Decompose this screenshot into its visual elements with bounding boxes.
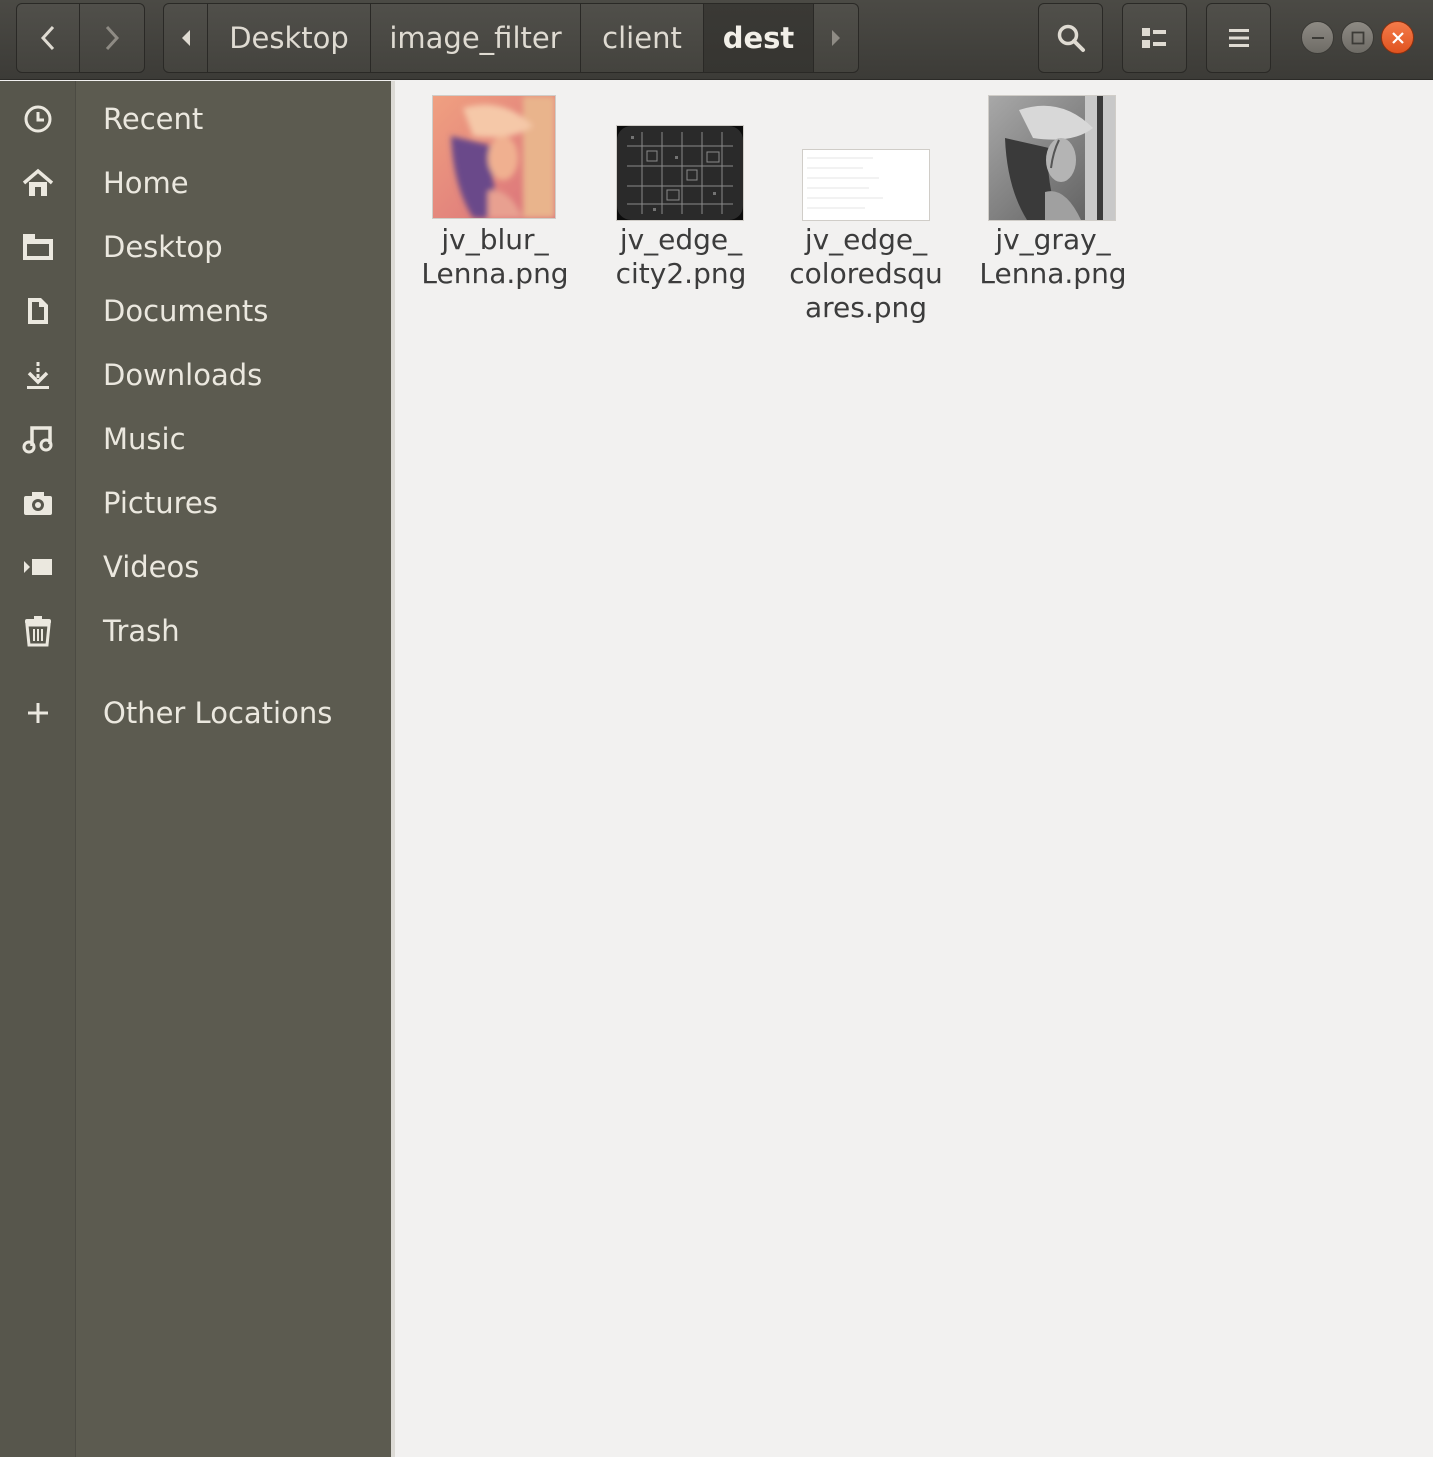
maximize-icon (1351, 31, 1364, 44)
file-item[interactable]: jv_gray_ Lenna.png (963, 95, 1143, 325)
sidebar-item-other-locations[interactable]: Other Locations (0, 681, 391, 745)
sidebar-item-label: Home (103, 166, 189, 200)
home-icon (20, 168, 56, 198)
thumbnail-image (988, 95, 1116, 221)
sidebar-item-label: Trash (103, 614, 180, 648)
hamburger-icon (1228, 29, 1249, 47)
sidebar-item-label: Downloads (103, 358, 263, 392)
sidebar-item-label: Pictures (103, 486, 218, 520)
path-scroll-right-button[interactable] (814, 3, 859, 73)
clock-icon (20, 104, 56, 134)
chevron-left-icon (40, 25, 55, 51)
camera-icon (20, 488, 56, 518)
sidebar-item-label: Other Locations (103, 696, 333, 730)
file-item[interactable]: jv_blur_ Lenna.png (405, 95, 585, 325)
close-button[interactable] (1381, 21, 1414, 54)
thumbnail-image (616, 125, 744, 221)
sidebar-item-label: Music (103, 422, 186, 456)
minimize-icon (1311, 36, 1324, 39)
menu-button[interactable] (1206, 3, 1271, 73)
music-icon (20, 424, 56, 454)
path-segment-desktop[interactable]: Desktop (208, 3, 371, 73)
chevron-right-icon (105, 25, 120, 51)
file-name: jv_gray_ Lenna.png (979, 223, 1127, 290)
file-name: jv_edge_ coloredsqu ares.png (789, 223, 943, 324)
search-icon (1057, 24, 1085, 52)
back-button[interactable] (16, 3, 80, 73)
sidebar-item-label: Desktop (103, 230, 223, 264)
list-view-icon (1141, 28, 1166, 48)
path-segment-client[interactable]: client (581, 3, 704, 73)
sidebar-item-label: Documents (103, 294, 269, 328)
sidebar-item-music[interactable]: Music (0, 407, 391, 471)
sidebar-item-label: Videos (103, 550, 200, 584)
sidebar-item-recent[interactable]: Recent (0, 87, 391, 151)
video-icon (20, 552, 56, 582)
plus-icon (20, 698, 56, 728)
download-icon (20, 360, 56, 390)
search-button[interactable] (1038, 3, 1103, 73)
close-icon (1391, 31, 1404, 44)
file-name: jv_edge_ city2.png (615, 223, 747, 290)
sidebar-item-home[interactable]: Home (0, 151, 391, 215)
breadcrumb: Desktop image_filter client dest (163, 3, 859, 73)
header-bar: Desktop image_filter client dest (0, 0, 1433, 80)
sidebar-item-documents[interactable]: Documents (0, 279, 391, 343)
view-toggle-button[interactable] (1122, 3, 1187, 73)
triangle-left-icon (181, 30, 190, 46)
minimize-button[interactable] (1301, 21, 1334, 54)
path-segment-dest[interactable]: dest (704, 3, 814, 73)
maximize-button[interactable] (1341, 21, 1374, 54)
thumbnail-image (432, 95, 556, 219)
sidebar-item-label: Recent (103, 102, 204, 136)
path-scroll-left-button[interactable] (163, 3, 208, 73)
file-item[interactable]: jv_edge_ coloredsqu ares.png (776, 95, 956, 335)
sidebar-item-desktop[interactable]: Desktop (0, 215, 391, 279)
path-segment-image-filter[interactable]: image_filter (371, 3, 581, 73)
trash-icon (20, 616, 56, 647)
thumbnail-image (802, 149, 930, 221)
triangle-right-icon (832, 30, 840, 46)
file-item[interactable]: jv_edge_ city2.png (591, 95, 771, 325)
sidebar-item-downloads[interactable]: Downloads (0, 343, 391, 407)
file-view: jv_blur_ Lenna.png jv_edge_ city2.png jv… (395, 81, 1433, 1457)
sidebar-item-videos[interactable]: Videos (0, 535, 391, 599)
folder-icon (20, 232, 56, 262)
sidebar-item-pictures[interactable]: Pictures (0, 471, 391, 535)
file-name: jv_blur_ Lenna.png (421, 223, 569, 290)
document-icon (20, 296, 56, 326)
sidebar: Recent Home Desktop Documents Downloads … (0, 81, 391, 1457)
forward-button[interactable] (79, 3, 145, 73)
sidebar-item-trash[interactable]: Trash (0, 599, 391, 663)
